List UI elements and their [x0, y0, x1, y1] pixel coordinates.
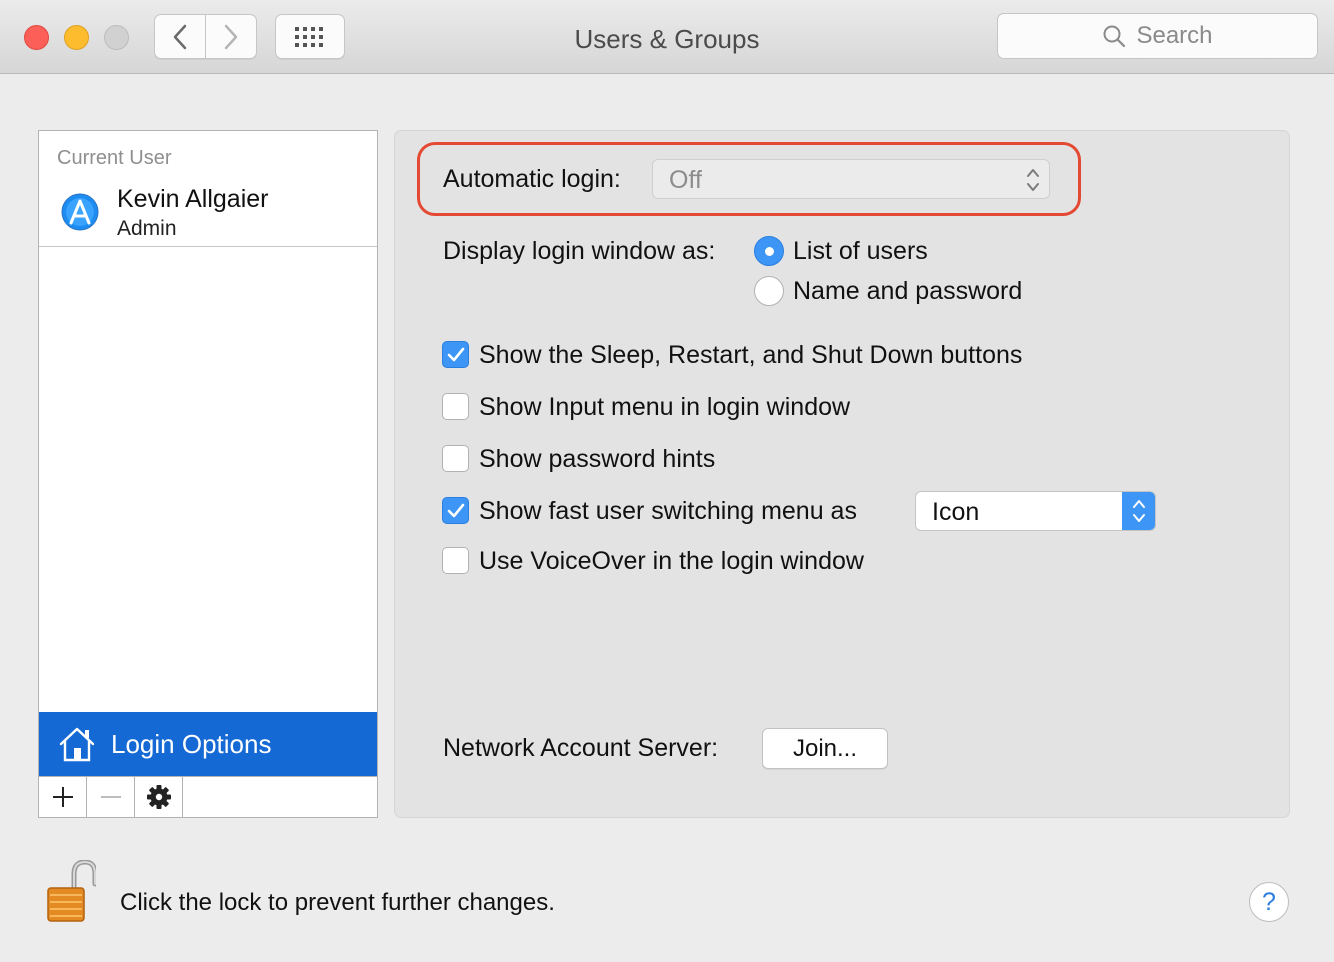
checkmark-icon	[447, 347, 464, 361]
display-login-window-label: Display login window as:	[443, 237, 716, 265]
sidebar-toolbar	[39, 776, 377, 817]
option-voiceover-label[interactable]: Use VoiceOver in the login window	[479, 547, 864, 576]
checkbox-input-menu[interactable]	[442, 393, 469, 420]
checkbox-password-hints[interactable]	[442, 445, 469, 472]
minus-icon	[100, 796, 121, 798]
login-options-panel: Automatic login: Off Display login windo…	[394, 130, 1290, 818]
remove-user-button[interactable]	[87, 777, 135, 817]
checkmark-icon	[447, 503, 464, 517]
title-bar: Users & Groups Search	[0, 0, 1334, 74]
sidebar-item-login-options[interactable]: Login Options	[39, 712, 377, 776]
checkbox-voiceover[interactable]	[442, 547, 469, 574]
radio-list-of-users-label[interactable]: List of users	[793, 237, 928, 266]
search-field[interactable]: Search	[997, 13, 1318, 59]
search-placeholder: Search	[1136, 22, 1213, 49]
search-icon	[1103, 25, 1126, 48]
house-icon	[59, 727, 95, 762]
option-sleep-restart-shutdown-label[interactable]: Show the Sleep, Restart, and Shut Down b…	[479, 341, 1022, 370]
lock-status-text: Click the lock to prevent further change…	[120, 889, 555, 916]
fast-switch-stepper	[1122, 492, 1155, 530]
sidebar-divider	[39, 246, 377, 247]
plus-icon	[52, 787, 73, 807]
add-user-button[interactable]	[39, 777, 87, 817]
automatic-login-label: Automatic login:	[443, 165, 621, 193]
sidebar-item-current-user[interactable]: Kevin Allgaier Admin	[39, 181, 377, 247]
automatic-login-value: Off	[669, 166, 702, 194]
checkbox-sleep-restart-shutdown[interactable]	[442, 341, 469, 368]
gear-icon	[146, 785, 171, 809]
radio-list-of-users[interactable]	[754, 236, 784, 266]
user-avatar-icon	[61, 193, 99, 231]
help-button[interactable]: ?	[1249, 882, 1289, 922]
user-role: Admin	[117, 217, 177, 240]
lock-icon[interactable]	[44, 860, 96, 924]
users-sidebar: Current User Kevin Allgaier Admin Login …	[38, 130, 378, 818]
login-options-label: Login Options	[111, 728, 272, 759]
up-down-arrows-icon	[1132, 500, 1145, 522]
user-name: Kevin Allgaier	[117, 185, 269, 213]
option-password-hints-label[interactable]: Show password hints	[479, 445, 715, 474]
fast-switch-style-popup[interactable]: Icon	[915, 491, 1156, 531]
radio-name-and-password-label[interactable]: Name and password	[793, 277, 1022, 306]
checkbox-fast-user-switching[interactable]	[442, 497, 469, 524]
automatic-login-popup[interactable]: Off	[652, 159, 1050, 199]
radio-name-and-password[interactable]	[754, 276, 784, 306]
option-fast-user-switching-label[interactable]: Show fast user switching menu as	[479, 497, 857, 526]
join-button[interactable]: Join...	[762, 728, 888, 769]
up-down-arrows-icon	[1027, 169, 1039, 191]
option-input-menu-label[interactable]: Show Input menu in login window	[479, 393, 850, 422]
network-account-server-label: Network Account Server:	[443, 734, 719, 762]
fast-switch-style-value: Icon	[932, 498, 980, 526]
action-menu-button[interactable]	[135, 777, 183, 817]
current-user-heading: Current User	[57, 147, 172, 169]
